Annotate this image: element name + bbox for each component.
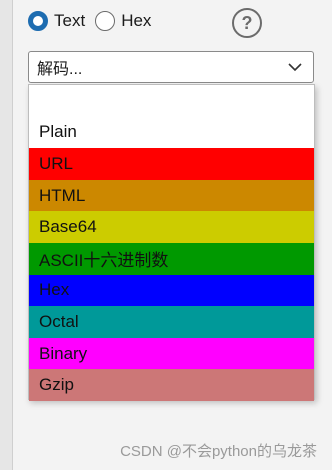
option-gzip[interactable]: Gzip <box>29 369 314 401</box>
option-binary[interactable]: Binary <box>29 337 314 370</box>
option-empty[interactable] <box>29 85 314 117</box>
option-url[interactable]: URL <box>29 148 314 180</box>
radio-selected-icon <box>28 11 48 31</box>
text-radio[interactable]: Text <box>28 11 85 31</box>
help-icon[interactable]: ? <box>232 8 262 38</box>
option-html[interactable]: HTML <box>29 179 314 212</box>
encoding-mode-group: Text Hex <box>28 9 322 33</box>
chevron-down-icon <box>288 63 302 72</box>
decode-select-value: 解码... <box>37 61 83 78</box>
text-radio-label: Text <box>54 11 86 30</box>
option-octal[interactable]: Octal <box>29 306 314 338</box>
option-ascii-hex[interactable]: ASCII十六进制数 <box>29 242 314 275</box>
left-panel-edge <box>0 0 13 470</box>
hex-radio[interactable]: Hex <box>95 11 151 31</box>
option-base64[interactable]: Base64 <box>29 211 314 243</box>
option-plain[interactable]: Plain <box>29 116 314 149</box>
watermark: CSDN @不会python的乌龙茶 <box>120 443 317 460</box>
decode-select[interactable]: 解码... <box>28 51 314 83</box>
option-hex[interactable]: Hex <box>29 274 314 307</box>
hex-radio-label: Hex <box>121 11 152 30</box>
radio-unselected-icon <box>95 11 116 31</box>
decode-options-list: Plain URL HTML Base64 ASCII十六进制数 Hex Oct… <box>28 84 315 401</box>
